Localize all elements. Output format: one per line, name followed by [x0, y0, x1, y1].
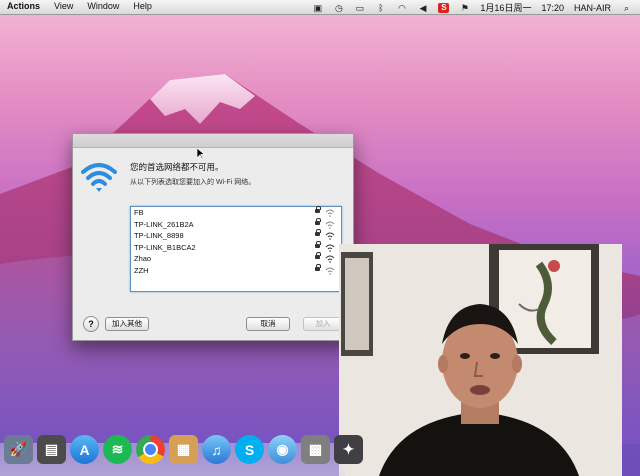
mouse-cursor-icon	[197, 148, 205, 160]
join-other-button[interactable]: 加入其他	[105, 317, 149, 331]
package-icon[interactable]: ▦	[169, 435, 198, 464]
dock: 🚀 ▤ A ≋ ▦ ♫ S ◉ ▩ ✦	[0, 435, 363, 471]
menu-help[interactable]: Help	[133, 1, 152, 11]
network-row[interactable]: ZZH	[131, 263, 341, 277]
signal-icon	[325, 209, 335, 217]
menu-bar: Actions View Window Help ▣ ◷ ▭ ᛒ ◠ ◀ S ⚑…	[0, 0, 640, 15]
network-name: TP-LINK_8898	[134, 231, 184, 240]
dialog-subtitle: 从以下列表选取您要加入的 Wi-Fi 网络。	[130, 179, 256, 186]
flag-icon[interactable]: ⚑	[459, 3, 470, 13]
wifi-icon	[81, 163, 117, 192]
wifi-icon[interactable]: ◠	[396, 3, 407, 13]
menubar-time[interactable]: 17:20	[541, 3, 564, 13]
camera-icon[interactable]: ▣	[312, 3, 323, 13]
spotlight-search-icon[interactable]: ⌕	[621, 3, 632, 13]
help-button[interactable]: ?	[83, 316, 99, 332]
battery-icon[interactable]: ▭	[354, 3, 365, 13]
app-store-icon[interactable]: A	[70, 435, 99, 464]
photo-booth-icon[interactable]: ▤	[37, 435, 66, 464]
network-list[interactable]: FB TP-LINK_261B2A TP-LINK_8898 TP-LINK_B…	[130, 206, 342, 292]
lock-icon	[315, 217, 321, 225]
network-row[interactable]: FB	[131, 206, 341, 219]
skype-icon[interactable]: S	[235, 435, 264, 464]
dialog-title: 您的首选网络都不可用。	[130, 162, 224, 172]
itunes-icon[interactable]: ♫	[202, 435, 231, 464]
network-name: ZZH	[134, 265, 149, 275]
app-s-icon[interactable]: S	[438, 2, 450, 13]
presenter-video-image	[339, 244, 622, 476]
menu-actions[interactable]: Actions	[7, 1, 40, 11]
signal-icon	[325, 255, 335, 263]
lock-icon	[315, 263, 321, 271]
wifi-network-dialog: 您的首选网络都不可用。 从以下列表选取您要加入的 Wi-Fi 网络。 FB TP…	[72, 133, 354, 341]
network-row[interactable]: TP-LINK_261B2A	[131, 217, 341, 231]
network-row[interactable]: TP-LINK_8898	[131, 229, 341, 242]
menubar-user[interactable]: HAN-AIR	[574, 3, 611, 13]
image-capture-icon[interactable]: ▩	[301, 435, 330, 464]
signal-icon	[325, 232, 335, 240]
time-machine-icon[interactable]: ◷	[333, 3, 344, 13]
lock-icon	[315, 229, 321, 236]
menu-view[interactable]: View	[54, 1, 73, 11]
chrome-icon[interactable]	[136, 435, 165, 464]
dialog-titlebar	[73, 134, 353, 148]
webcam-video-overlay	[339, 244, 622, 476]
signal-icon	[325, 267, 335, 275]
lock-icon	[315, 240, 321, 248]
signal-icon	[325, 221, 335, 229]
lock-icon	[315, 206, 321, 213]
network-name: Zhao	[134, 254, 152, 263]
menu-window[interactable]: Window	[87, 1, 119, 11]
imovie-icon[interactable]: ✦	[334, 435, 363, 464]
menubar-date[interactable]: 1月16日周一	[480, 1, 531, 14]
volume-icon[interactable]: ◀	[417, 3, 428, 13]
signal-icon	[325, 244, 335, 252]
network-name: TP-LINK_B1BCA2	[134, 242, 196, 252]
network-row[interactable]: Zhao	[131, 252, 341, 265]
network-name: FB	[134, 208, 144, 217]
bluetooth-icon[interactable]: ᛒ	[375, 3, 386, 13]
spotify-icon[interactable]: ≋	[103, 435, 132, 464]
network-name: TP-LINK_261B2A	[134, 219, 194, 229]
facetime-icon[interactable]: ◉	[268, 435, 297, 464]
lock-icon	[315, 252, 321, 259]
join-button[interactable]: 加入	[303, 317, 343, 331]
cancel-button[interactable]: 取消	[246, 317, 290, 331]
network-row[interactable]: TP-LINK_B1BCA2	[131, 240, 341, 254]
launchpad-icon[interactable]: 🚀	[4, 435, 33, 464]
